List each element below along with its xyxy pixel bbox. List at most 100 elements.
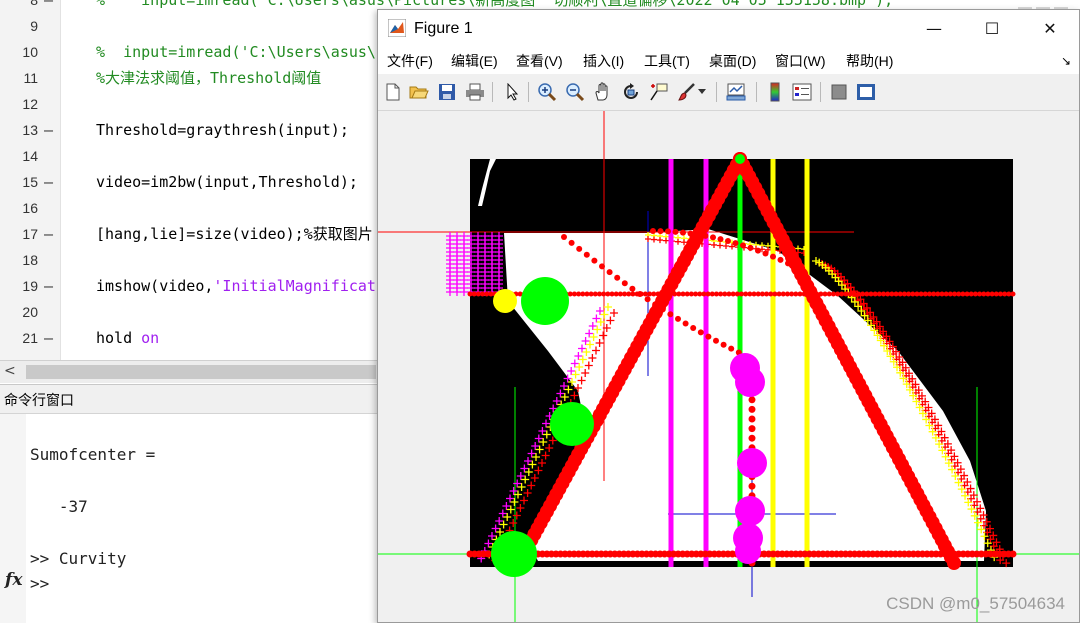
red-dot (748, 425, 756, 433)
red-dot (599, 263, 605, 270)
breakpoint-marker[interactable]: — (44, 273, 53, 299)
line-number: 10 (22, 44, 38, 60)
pan-hand-icon[interactable] (592, 81, 614, 103)
menu-window[interactable]: 窗口(W) (775, 48, 826, 74)
red-dot (690, 324, 697, 331)
menu-view[interactable]: 查看(V) (516, 48, 563, 74)
red-dot (697, 329, 704, 336)
menu-edit[interactable]: 编辑(E) (451, 48, 498, 74)
code-text: video=im2bw(input,Threshold); (96, 173, 358, 191)
print-icon[interactable] (464, 81, 486, 103)
maximize-button[interactable]: ☐ (963, 10, 1021, 48)
red-dot (740, 242, 746, 249)
menu-help[interactable]: 帮助(H) (846, 48, 893, 74)
red-dot (785, 260, 791, 267)
command-window-header: 命令行窗口 (0, 384, 378, 414)
code-token: imshow(video, (96, 277, 214, 295)
code-text: hold on (96, 325, 159, 351)
figure-titlebar[interactable]: Figure 1 — ☐ ✕ (378, 10, 1079, 48)
menu-overflow-icon[interactable]: ↘ (1061, 48, 1071, 74)
red-dot (576, 245, 583, 252)
editor-horizontal-scrollbar[interactable]: < (0, 360, 378, 383)
toolbar-separator (820, 82, 821, 102)
circle-marker (521, 277, 569, 325)
data-cursor-icon[interactable] (648, 81, 670, 103)
red-dot (725, 238, 731, 244)
menu-desktop[interactable]: 桌面(D) (709, 48, 756, 74)
red-dot (748, 482, 756, 490)
hide-plot-tools-icon[interactable] (828, 81, 850, 103)
figure-title: Figure 1 (414, 20, 473, 37)
menu-file[interactable]: 文件(F) (387, 48, 433, 74)
brush-icon[interactable] (676, 81, 698, 103)
show-plot-tools-icon[interactable] (855, 81, 877, 103)
plus-marker (453, 288, 461, 296)
pointer-icon[interactable] (502, 81, 524, 103)
plus-marker (460, 288, 468, 296)
line-number: 21 (22, 330, 38, 346)
red-dot (762, 250, 769, 257)
new-figure-icon[interactable] (382, 81, 404, 103)
red-dot (748, 405, 756, 413)
red-dot (659, 306, 666, 313)
code-text: imshow(video,'InitialMagnificati (96, 273, 385, 299)
rotate-3d-icon[interactable] (620, 81, 642, 103)
line-number: 19 (22, 278, 38, 294)
line-number: 17 (22, 226, 38, 242)
breakpoint-marker[interactable]: — (44, 325, 53, 351)
figure-plot-area[interactable] (378, 111, 1079, 622)
legend-icon[interactable] (791, 81, 813, 103)
minimize-button[interactable]: — (905, 10, 963, 48)
figure-window[interactable]: Figure 1 — ☐ ✕ 文件(F) 编辑(E) 查看(V) 插入(I) 工… (377, 9, 1080, 623)
zoom-in-icon[interactable] (536, 81, 558, 103)
line-number: 8 (30, 0, 38, 8)
line-number: 18 (22, 252, 38, 268)
open-file-icon[interactable] (408, 81, 430, 103)
colorbar-icon[interactable] (764, 81, 786, 103)
red-dot (657, 228, 664, 235)
red-dot (713, 337, 719, 344)
zoom-out-icon[interactable] (564, 81, 586, 103)
code-token: hold (96, 329, 142, 347)
red-dot (665, 228, 671, 235)
scroll-left-icon[interactable]: < (4, 363, 16, 379)
line-number: 15 (22, 174, 38, 190)
red-dot (650, 228, 656, 234)
breakpoint-marker[interactable]: — (44, 0, 53, 13)
command-window-gutter (0, 414, 26, 623)
link-plot-icon[interactable] (725, 81, 747, 103)
toolbar-separator (492, 82, 493, 102)
red-dot (728, 345, 735, 352)
red-dot (629, 285, 636, 292)
red-dot (702, 232, 709, 239)
breakpoint-marker[interactable]: — (44, 117, 53, 143)
line-number: 16 (22, 200, 38, 216)
red-dot (732, 240, 739, 247)
code-text: [hang,lie]=size(video);%获取图片 (96, 225, 373, 243)
circle-marker (493, 289, 517, 313)
red-dot (568, 239, 575, 246)
red-dot (695, 231, 701, 238)
line-number: 9 (30, 18, 38, 34)
red-dot (682, 320, 689, 327)
breakpoint-marker[interactable]: — (44, 169, 53, 195)
red-dot (675, 315, 681, 322)
red-dot (710, 234, 716, 241)
brush-dropdown-icon[interactable] (696, 81, 708, 103)
code-text: % input=imread('C:\Users\asus\ (96, 43, 376, 61)
save-icon[interactable] (436, 81, 458, 103)
function-browser-icon[interactable]: fx (5, 570, 22, 590)
breakpoint-marker[interactable]: — (44, 221, 53, 247)
image-plot[interactable] (378, 111, 1079, 622)
red-dot (770, 253, 776, 260)
red-dot (755, 247, 761, 254)
matlab-logo-icon (388, 19, 406, 37)
scroll-thumb[interactable] (26, 365, 376, 379)
menu-tools[interactable]: 工具(T) (644, 48, 690, 74)
red-dot (644, 296, 651, 303)
red-dot (947, 556, 961, 570)
red-dot (667, 311, 674, 318)
menu-insert[interactable]: 插入(I) (583, 48, 624, 74)
close-button[interactable]: ✕ (1021, 10, 1079, 48)
command-prompt[interactable]: >> (30, 574, 49, 593)
